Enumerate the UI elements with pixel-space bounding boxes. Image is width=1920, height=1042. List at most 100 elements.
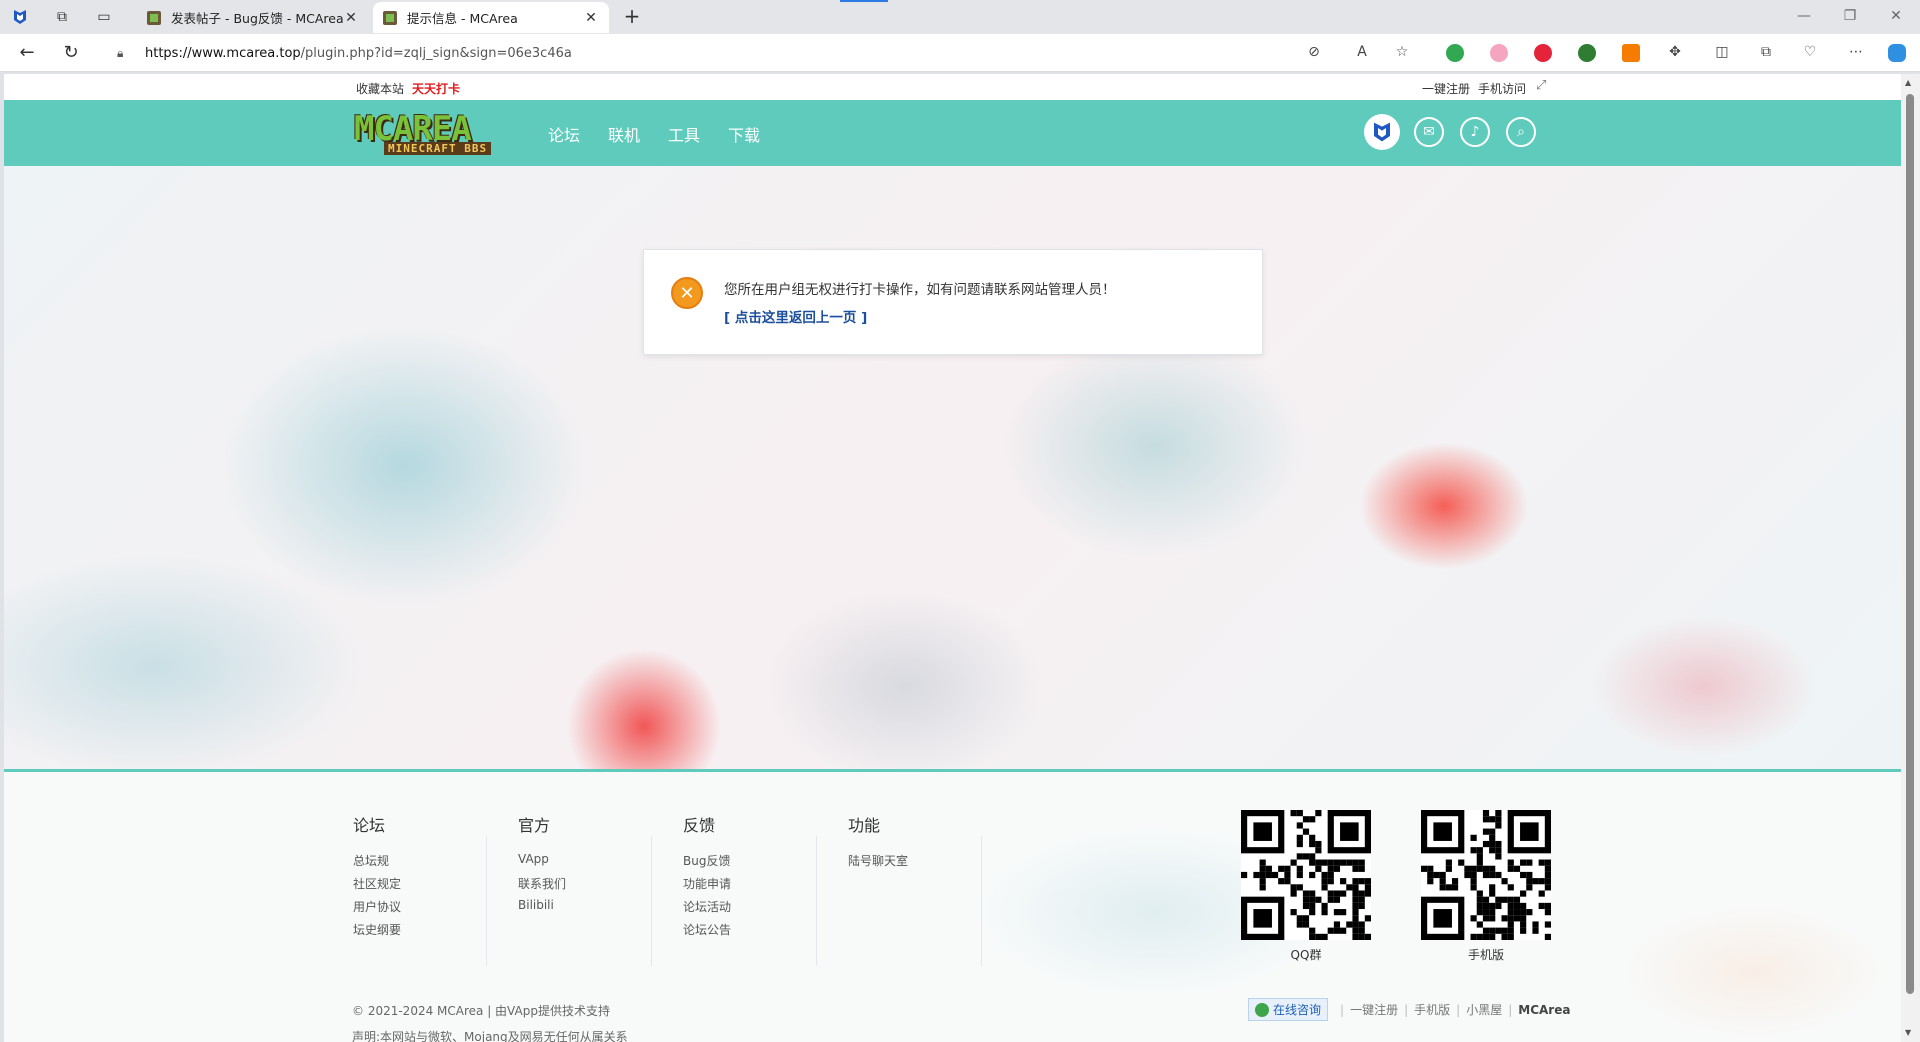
mobile-access-link[interactable]: 手机访问 — [1478, 80, 1526, 97]
footer-link[interactable]: 论坛公告 — [683, 921, 847, 944]
footer-column-feedback: 反馈 Bug反馈 功能申请 论坛活动 论坛公告 — [683, 812, 847, 972]
back-arrow-icon[interactable]: ← — [16, 42, 38, 64]
copyright-text: © 2021-2024 MCArea | 由VApp提供技术支持 — [352, 1004, 610, 1018]
footer-links-row: 在线咨询 | 一键注册 | 手机版 | 小黑屋 | MCArea — [1248, 998, 1570, 1021]
footer-link[interactable]: 总坛规 — [353, 852, 517, 875]
alert-message-text: 您所在用户组无权进行打卡操作，如有问题请联系网站管理人员！ — [724, 282, 1116, 298]
footer-mobile-link[interactable]: 手机版 — [1414, 1001, 1450, 1018]
nav-forum[interactable]: 论坛 — [548, 122, 580, 146]
footer-divider — [816, 836, 817, 966]
footer-link[interactable]: Bug反馈 — [683, 852, 847, 875]
footer-column-functions: 功能 陆号聊天室 — [848, 812, 1012, 972]
url-host: https://www.mcarea.top — [145, 45, 301, 61]
nav-online[interactable]: 联机 — [608, 122, 640, 146]
scroll-up-icon[interactable]: ▲ — [1905, 78, 1911, 87]
footer-register-link[interactable]: 一键注册 — [1350, 1001, 1398, 1018]
footer-link[interactable]: 论坛活动 — [683, 898, 847, 921]
footer-link[interactable]: 联系我们 — [518, 875, 682, 898]
online-consult-label: 在线咨询 — [1273, 1003, 1322, 1017]
footer-divider — [486, 836, 487, 966]
more-menu-icon[interactable]: ⋯ — [1846, 44, 1866, 60]
footer-column-title: 论坛 — [353, 816, 386, 835]
qq-group-qr-code — [1241, 810, 1371, 940]
address-bar-row: ← ↻ 🔒︎ https://www.mcarea.top/plugin.php… — [0, 34, 1920, 72]
footer-link[interactable]: 功能申请 — [683, 875, 847, 898]
extension-globe-icon[interactable] — [1578, 44, 1596, 62]
search-icon[interactable]: ⌕ — [1506, 117, 1536, 147]
fullscreen-icon[interactable]: ⤢ — [1536, 78, 1546, 93]
extension-shield-icon[interactable] — [1446, 44, 1464, 62]
footer-column-official: 官方 VApp 联系我们 Bilibili — [518, 812, 682, 972]
footer-column-title: 反馈 — [683, 816, 716, 835]
browser-essentials-icon[interactable]: ♡ — [1800, 44, 1820, 60]
footer-link[interactable]: 陆号聊天室 — [848, 852, 1012, 875]
separator: | — [1508, 1002, 1513, 1017]
footer-brand-link[interactable]: MCArea — [1518, 1003, 1570, 1017]
site-footer: 论坛 总坛规 社区规定 用户协议 坛史纲要 官方 VApp 联系我们 Bilib… — [4, 772, 1901, 1042]
tab-loading-indicator — [840, 0, 888, 2]
site-header: MCAREA MINECRAFT BBS 论坛 联机 工具 下载 ✉ ♪ ⌕ — [4, 100, 1901, 166]
browser-profile-icon[interactable] — [10, 7, 30, 27]
site-top-bar: 收藏本站 天天打卡 一键注册 手机访问 ⤢ — [4, 74, 1901, 100]
footer-divider — [651, 836, 652, 966]
split-screen-icon[interactable]: ◫ — [1712, 44, 1732, 60]
page-scrollbar[interactable]: ▲ ▼ — [1901, 74, 1920, 1042]
footer-column-title: 功能 — [848, 816, 881, 835]
close-icon[interactable]: ✕ — [343, 10, 359, 26]
favorite-star-icon[interactable]: ☆ — [1392, 44, 1412, 60]
tab-message[interactable]: 提示信息 - MCArea ✕ — [373, 2, 609, 33]
browser-tab-bar: ⧉ ▭ 发表帖子 - Bug反馈 - MCArea ✕ 提示信息 - MCAre… — [0, 0, 1920, 34]
minimize-icon[interactable]: — — [1794, 8, 1814, 24]
logo-sub-text: MINECRAFT BBS — [384, 142, 492, 155]
footer-blacklist-link[interactable]: 小黑屋 — [1466, 1001, 1502, 1018]
scroll-down-icon[interactable]: ▼ — [1905, 1028, 1911, 1037]
restore-icon[interactable]: ❐ — [1840, 8, 1860, 24]
nav-tools[interactable]: 工具 — [668, 122, 700, 146]
window-close-icon[interactable]: ✕ — [1886, 8, 1906, 24]
bell-icon[interactable]: ♪ — [1460, 117, 1490, 147]
footer-link[interactable]: VApp — [518, 852, 682, 875]
footer-column-title: 官方 — [518, 816, 551, 835]
separator: | — [1404, 1002, 1409, 1017]
online-consult-button[interactable]: 在线咨询 — [1248, 998, 1329, 1021]
mobile-qr-code — [1421, 810, 1551, 940]
tab-title: 提示信息 - MCArea — [407, 11, 518, 26]
chat-icon — [1255, 1002, 1269, 1017]
main-nav: 论坛 联机 工具 下载 — [548, 122, 760, 146]
page-viewport: 收藏本站 天天打卡 一键注册 手机访问 ⤢ MCAREA MINECRAFT B… — [4, 74, 1901, 1042]
footer-link[interactable]: 用户协议 — [353, 898, 517, 921]
separator: | — [1340, 1002, 1345, 1017]
refresh-icon[interactable]: ↻ — [60, 42, 82, 64]
scrollbar-thumb[interactable] — [1906, 94, 1914, 994]
new-tab-button[interactable]: + — [620, 5, 644, 29]
qr-caption: 手机版 — [1467, 948, 1504, 962]
declaration-text: 声明:本网站与微软、Mojang及网易无任何从属关系 — [352, 1030, 628, 1042]
url-path: /plugin.php?id=zqlj_sign&sign=06e3c46a — [300, 45, 572, 61]
mail-icon[interactable]: ✉ — [1414, 117, 1444, 147]
favorite-site-link[interactable]: 收藏本站 — [356, 80, 404, 97]
copilot-icon[interactable] — [1888, 44, 1906, 62]
read-aloud-icon[interactable]: A — [1352, 44, 1372, 60]
close-icon[interactable]: ✕ — [583, 10, 599, 26]
footer-link[interactable]: 社区规定 — [353, 875, 517, 898]
tab-bug-feedback[interactable]: 发表帖子 - Bug反馈 - MCArea ✕ — [137, 2, 369, 33]
go-back-link[interactable]: [ 点击这里返回上一页 ] — [724, 306, 867, 326]
extensions-puzzle-icon[interactable]: ✥ — [1665, 44, 1685, 60]
extension-target-icon[interactable] — [1534, 44, 1552, 62]
extension-off-icon[interactable] — [1622, 44, 1640, 62]
url-field[interactable]: 🔒︎ https://www.mcarea.top/plugin.php?id=… — [103, 38, 1328, 68]
vertical-tabs-icon[interactable]: ▭ — [94, 7, 114, 27]
tracking-prevention-icon[interactable]: ⊘ — [1304, 44, 1324, 60]
collections-icon[interactable]: ⧉ — [52, 7, 72, 27]
footer-link[interactable]: Bilibili — [518, 898, 682, 921]
daily-sign-link[interactable]: 天天打卡 — [412, 80, 460, 97]
lock-icon[interactable]: 🔒︎ — [117, 46, 133, 61]
site-logo[interactable]: MCAREA MINECRAFT BBS — [354, 109, 524, 157]
avatar[interactable] — [1364, 114, 1400, 150]
nav-download[interactable]: 下载 — [728, 122, 760, 146]
alert-message-box: ✕ 您所在用户组无权进行打卡操作，如有问题请联系网站管理人员！ [ 点击这里返回… — [643, 249, 1263, 355]
footer-link[interactable]: 坛史纲要 — [353, 921, 517, 944]
quick-register-link[interactable]: 一键注册 — [1422, 80, 1470, 97]
extension-bow-icon[interactable] — [1490, 44, 1508, 62]
collections-add-icon[interactable]: ⧉ — [1756, 44, 1776, 60]
